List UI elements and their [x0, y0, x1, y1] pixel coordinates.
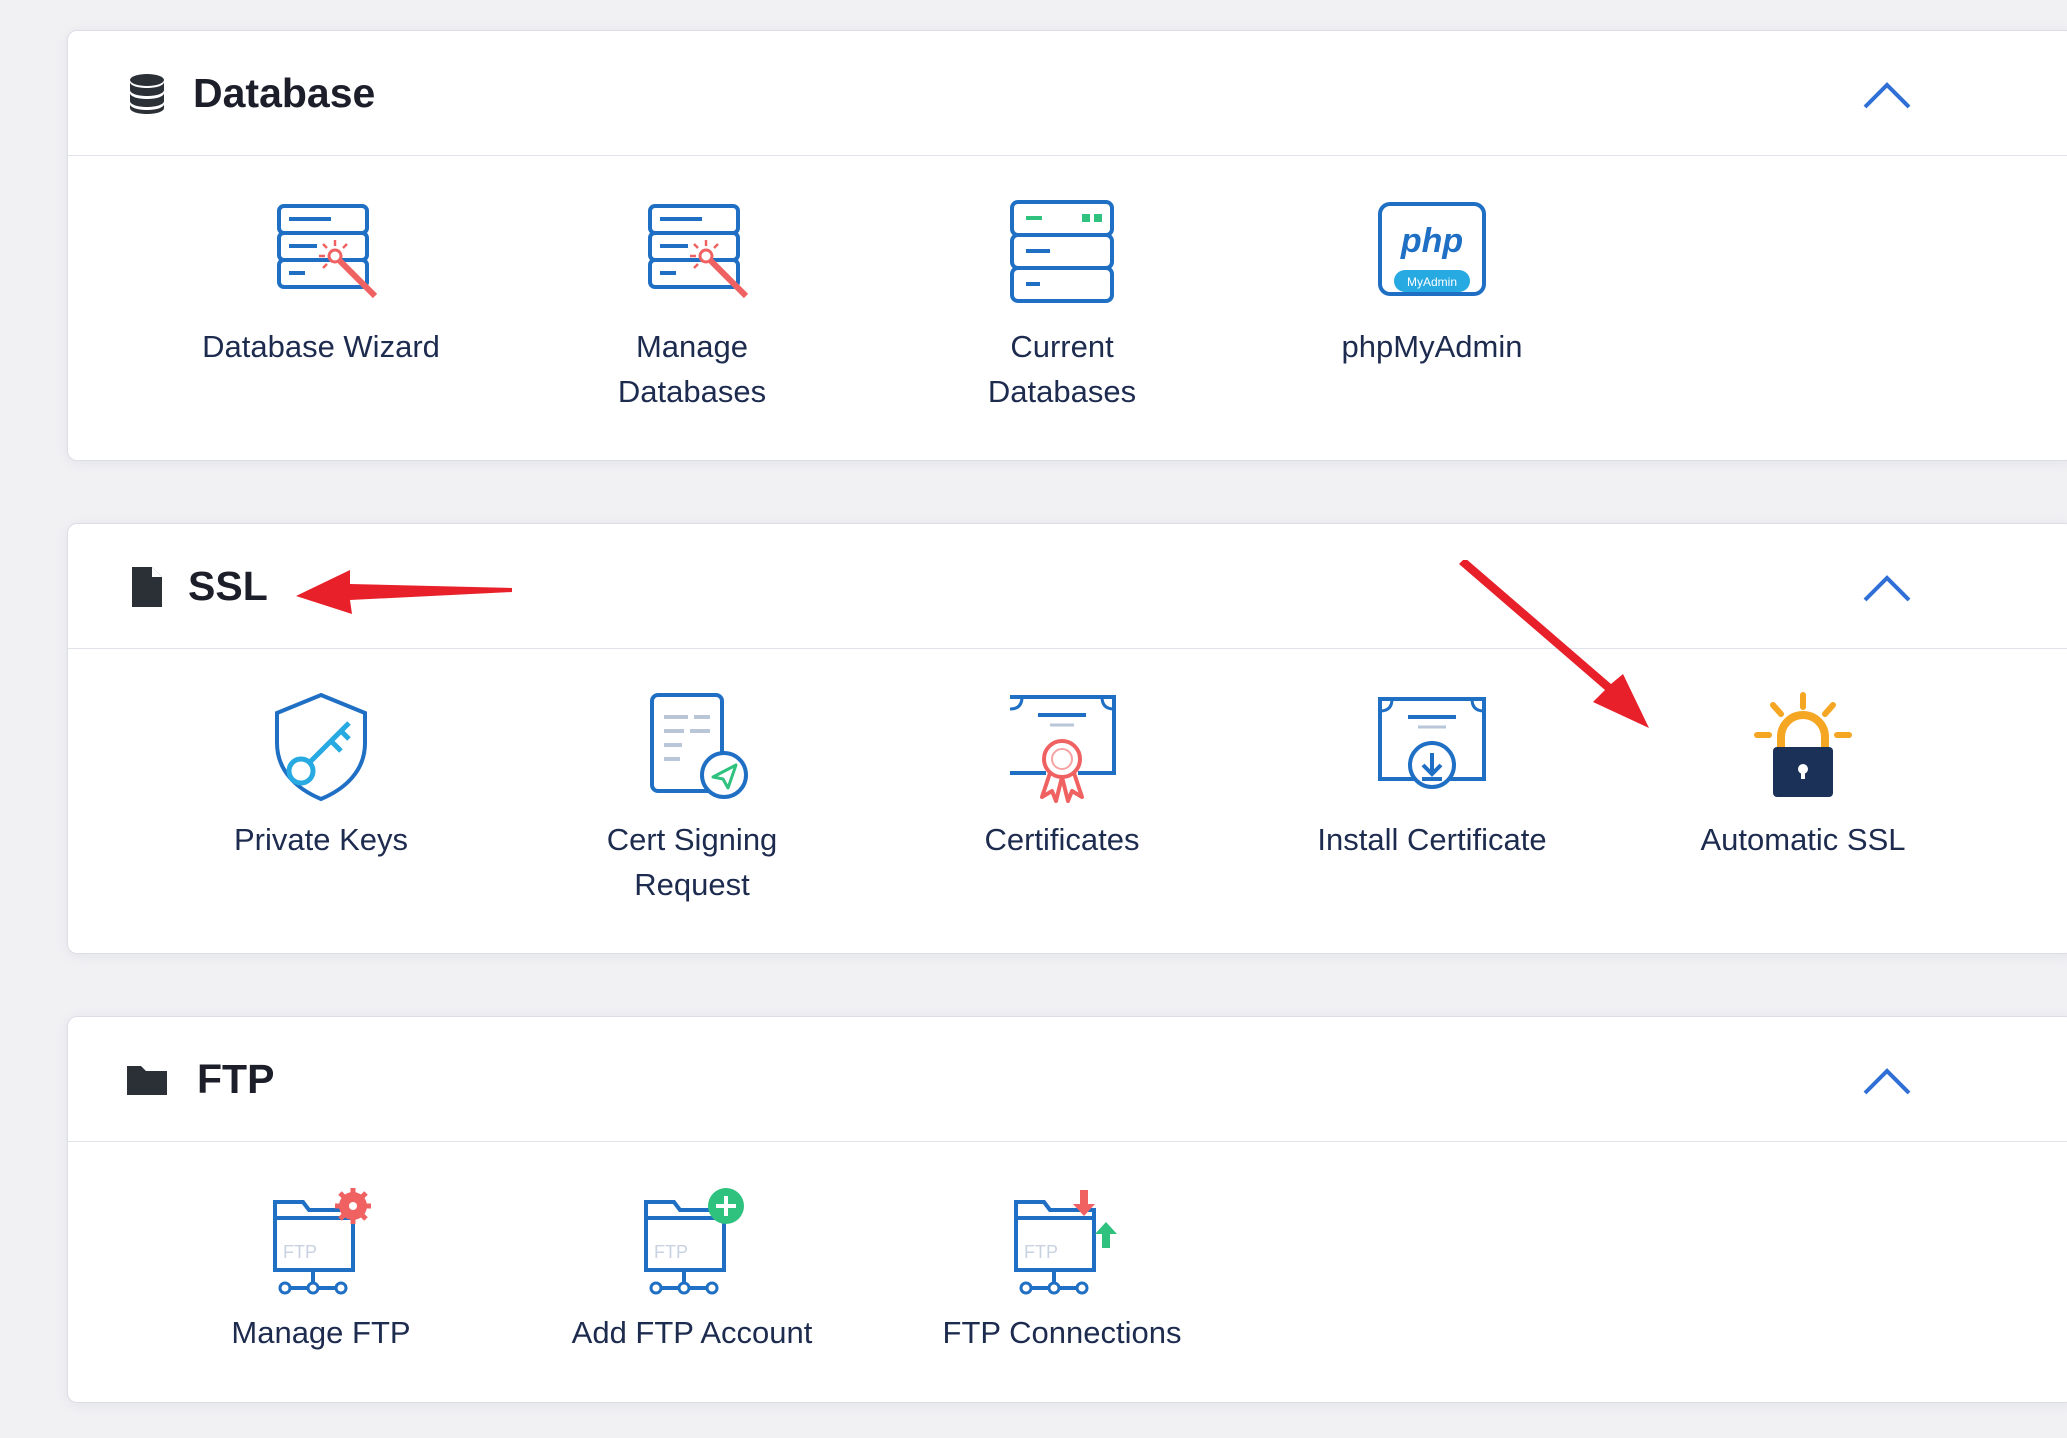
chevron-up-icon[interactable]: [1861, 1061, 1913, 1101]
certificates-item[interactable]: Certificates: [912, 689, 1212, 862]
database-panel-header[interactable]: Database: [68, 31, 2067, 156]
manage-ftp-label: Manage FTP: [231, 1315, 411, 1350]
database-wizard-label: Database Wizard: [202, 329, 440, 364]
current-databases-label: Current Databases: [987, 329, 1137, 409]
database-icon: [130, 74, 164, 114]
database-wizard-item[interactable]: Database Wizard: [171, 196, 471, 369]
private-keys-item[interactable]: Private Keys: [171, 689, 471, 862]
padlock-alert-icon: [1754, 692, 1852, 797]
ftp-gear-icon: FTP: [273, 1188, 371, 1295]
ssl-panel-header[interactable]: SSL: [68, 524, 2067, 649]
myadmin-text: MyAdmin: [1407, 275, 1457, 289]
ftp-panel: FTP FTP Manage FTP FTP Add FTP Account F…: [67, 1016, 2067, 1403]
manage-ftp-item[interactable]: FTP Manage FTP: [171, 1182, 471, 1355]
automatic-ssl-item[interactable]: Automatic SSL: [1653, 689, 1953, 862]
database-panel: Database Database Wizard Manage Database…: [67, 30, 2067, 461]
ssl-section-title: SSL: [188, 563, 268, 609]
certificates-label: Certificates: [984, 822, 1140, 857]
add-ftp-account-label: Add FTP Account: [571, 1315, 813, 1350]
ftp-watermark-text: FTP: [283, 1242, 317, 1262]
cert-signing-request-icon: [650, 693, 748, 799]
folder-icon: [127, 1066, 167, 1095]
chevron-up-icon[interactable]: [1861, 568, 1913, 608]
cert-signing-request-label: Cert Signing Request: [606, 822, 778, 902]
install-certificate-item[interactable]: Install Certificate: [1282, 689, 1582, 862]
current-databases-item[interactable]: Current Databases: [912, 196, 1212, 414]
ftp-watermark-text: FTP: [654, 1242, 688, 1262]
file-icon: [132, 567, 162, 607]
ftp-connections-label: FTP Connections: [942, 1315, 1182, 1350]
ftp-transfer-icon: FTP: [1014, 1190, 1117, 1295]
phpmyadmin-item[interactable]: php MyAdmin phpMyAdmin: [1282, 196, 1582, 369]
ftp-section-title: FTP: [197, 1056, 275, 1102]
shield-key-icon: [275, 692, 367, 802]
ftp-watermark-text: FTP: [1024, 1242, 1058, 1262]
chevron-up-icon[interactable]: [1861, 75, 1913, 115]
phpmyadmin-icon: php MyAdmin: [1378, 202, 1486, 296]
ftp-connections-item[interactable]: FTP FTP Connections: [912, 1182, 1212, 1355]
php-text: php: [1400, 222, 1463, 260]
certificate-ribbon-icon: [1009, 695, 1116, 803]
manage-databases-label: Manage Databases: [617, 329, 767, 409]
ssl-panel: SSL Private Keys Cert Signing Request Ce…: [67, 523, 2067, 954]
cert-signing-request-item[interactable]: Cert Signing Request: [542, 689, 842, 907]
manage-databases-item[interactable]: Manage Databases: [542, 196, 842, 414]
phpmyadmin-label: phpMyAdmin: [1341, 329, 1523, 364]
current-databases-icon: [1010, 200, 1114, 303]
install-certificate-label: Install Certificate: [1317, 822, 1547, 857]
ftp-add-icon: FTP: [644, 1188, 744, 1295]
manage-databases-icon: [648, 204, 749, 299]
private-keys-label: Private Keys: [233, 822, 408, 857]
automatic-ssl-label: Automatic SSL: [1700, 822, 1906, 857]
install-certificate-icon: [1378, 697, 1486, 789]
database-section-title: Database: [193, 70, 376, 116]
ftp-panel-header[interactable]: FTP: [68, 1017, 2067, 1142]
database-wizard-icon: [277, 204, 378, 299]
add-ftp-account-item[interactable]: FTP Add FTP Account: [542, 1182, 842, 1355]
